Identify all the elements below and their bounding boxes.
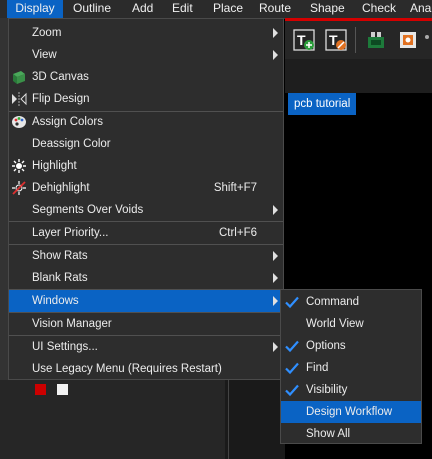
menu-item-zoom[interactable]: Zoom [9, 22, 283, 44]
menu-item-assign-colors[interactable]: Assign Colors [9, 111, 283, 133]
text-edit-icon[interactable]: T [325, 29, 347, 51]
submenu-arrow-icon [273, 28, 278, 38]
menu-item-layer-priority[interactable]: Layer Priority... Ctrl+F6 [9, 222, 283, 244]
palette-icon [11, 114, 27, 130]
submenu-item-label: Options [306, 340, 346, 352]
menu-item-label: Windows [32, 295, 79, 307]
menu-place[interactable]: Place [213, 0, 243, 18]
submenu-item-world-view[interactable]: World View [281, 313, 421, 335]
menu-item-shortcut: Ctrl+F6 [218, 227, 257, 239]
menu-item-deassign-color[interactable]: Deassign Color [9, 133, 283, 155]
menu-item-shortcut: Shift+F7 [213, 182, 257, 194]
toolbar-divider [355, 27, 356, 53]
menu-item-show-rats[interactable]: Show Rats [9, 245, 283, 267]
menu-check[interactable]: Check [362, 0, 396, 18]
menu-item-segments-over-voids[interactable]: Segments Over Voids [9, 199, 283, 221]
submenu-item-visibility[interactable]: Visibility [281, 379, 421, 401]
submenu-item-command[interactable]: Command [281, 291, 421, 313]
submenu-item-label: Design Workflow [306, 406, 393, 418]
menu-item-vision-manager[interactable]: Vision Manager [9, 313, 283, 335]
menu-item-label: 3D Canvas [32, 71, 89, 83]
menu-item-label: Zoom [32, 27, 62, 39]
text-add-icon[interactable]: T [293, 29, 315, 51]
menu-item-flip-design[interactable]: Flip Design [9, 88, 283, 110]
menu-shape[interactable]: Shape [310, 0, 345, 18]
menu-item-label: Layer Priority... [32, 227, 109, 239]
dehighlight-icon [11, 180, 27, 196]
menu-item-label: Segments Over Voids [32, 204, 144, 216]
tab-pcb-tutorial[interactable]: pcb tutorial [288, 93, 357, 115]
menu-item-label: Highlight [32, 160, 77, 172]
component-icon[interactable] [365, 29, 387, 51]
submenu-item-label: Find [306, 362, 329, 374]
menu-add[interactable]: Add [132, 0, 153, 18]
submenu-arrow-icon [273, 296, 278, 306]
panel-splitter-area [225, 380, 285, 459]
submenu-item-design-workflow[interactable]: Design Workflow [281, 401, 421, 423]
menu-item-view[interactable]: View [9, 44, 283, 66]
highlight-icon [11, 158, 27, 174]
board-3d-icon [11, 69, 27, 85]
menu-item-highlight[interactable]: Highlight [9, 155, 283, 177]
menu-item-label: Use Legacy Menu (Requires Restart) [32, 363, 222, 375]
menu-edit[interactable]: Edit [172, 0, 193, 18]
submenu-arrow-icon [273, 205, 278, 215]
toolbar: T T [285, 21, 432, 59]
submenu-arrow-icon [273, 342, 278, 352]
menu-item-3d-canvas[interactable]: 3D Canvas [9, 66, 283, 88]
menu-outline[interactable]: Outline [73, 0, 111, 18]
menu-item-blank-rats[interactable]: Blank Rats [9, 267, 283, 289]
check-icon [283, 381, 301, 399]
submenu-item-label: Visibility [306, 384, 348, 396]
tab-strip: pcb tutorial [285, 59, 432, 115]
check-icon [283, 337, 301, 355]
submenu-item-show-all[interactable]: Show All [281, 423, 421, 445]
menu-item-label: UI Settings... [32, 341, 98, 353]
display-menu: Zoom View 3D Canvas Flip Design Assign C… [8, 18, 284, 380]
submenu-arrow-icon [273, 273, 278, 283]
panel-splitter[interactable] [228, 380, 229, 459]
color-swatch-red[interactable] [35, 384, 46, 395]
menu-display[interactable]: Display [7, 0, 63, 18]
submenu-arrow-icon [273, 251, 278, 261]
menu-item-label: Blank Rats [32, 272, 88, 284]
menu-route[interactable]: Route [259, 0, 291, 18]
menu-item-label: Vision Manager [32, 318, 112, 330]
windows-submenu: Command World View Options Find Visibili… [280, 289, 422, 444]
chip-gear-icon[interactable] [397, 29, 419, 51]
check-icon [283, 359, 301, 377]
visibility-checkbox[interactable] [57, 384, 68, 395]
flip-icon [11, 91, 27, 107]
menu-item-label: Dehighlight [32, 182, 90, 194]
submenu-arrow-icon [273, 50, 278, 60]
menu-item-label: View [32, 49, 57, 61]
submenu-item-label: Show All [306, 428, 351, 440]
menu-item-label: Flip Design [32, 93, 90, 105]
menu-item-windows[interactable]: Windows [9, 290, 283, 312]
menu-item-label: Show Rats [32, 250, 88, 262]
menu-item-use-legacy-menu[interactable]: Use Legacy Menu (Requires Restart) [9, 358, 283, 380]
menu-analyze[interactable]: Ana [410, 0, 431, 18]
menu-item-ui-settings[interactable]: UI Settings... [9, 336, 283, 358]
check-icon [283, 293, 301, 311]
menu-bar: Display Outline Add Edit Place Route Sha… [0, 0, 432, 19]
submenu-item-label: Command [306, 296, 360, 308]
submenu-item-options[interactable]: Options [281, 335, 421, 357]
menu-item-label: Deassign Color [32, 138, 111, 150]
submenu-item-find[interactable]: Find [281, 357, 421, 379]
menu-item-dehighlight[interactable]: Dehighlight Shift+F7 [9, 177, 283, 199]
submenu-item-label: World View [306, 318, 364, 330]
menu-item-label: Assign Colors [32, 116, 103, 128]
visibility-panel [0, 380, 225, 459]
toolbar-overflow-icon[interactable] [425, 35, 429, 39]
